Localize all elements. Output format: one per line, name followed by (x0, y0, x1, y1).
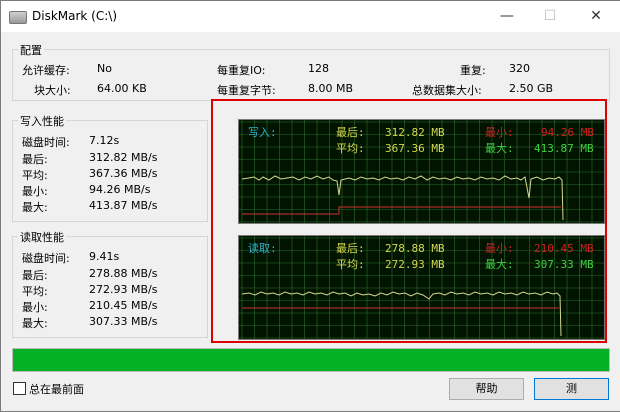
read-avg-label: 平均: (22, 285, 48, 298)
test-button[interactable]: 测 (534, 378, 609, 400)
highlight-box (211, 99, 607, 343)
progress-bar (12, 348, 610, 372)
write-title: 写入性能 (18, 113, 66, 129)
read-disk-time-label: 磁盘时间: (22, 252, 70, 265)
read-title: 读取性能 (18, 229, 66, 245)
write-last-value: 312.82 MB/s (89, 151, 158, 164)
write-avg-label: 平均: (22, 169, 48, 182)
repeat-label: 重复: (460, 64, 486, 77)
read-avg-value: 272.93 MB/s (89, 283, 158, 296)
maximize-button[interactable]: ☐ (532, 5, 568, 27)
write-max-label: 最大: (22, 201, 48, 214)
bytes-per-repeat-value: 8.00 MB (308, 82, 354, 95)
config-title: 配置 (18, 42, 44, 58)
bytes-per-repeat-label: 每重复字节: (217, 84, 276, 97)
write-disk-time-label: 磁盘时间: (22, 136, 70, 149)
help-button[interactable]: 帮助 (449, 378, 524, 400)
read-max-value: 307.33 MB/s (89, 315, 158, 328)
close-button[interactable]: ✕ (578, 5, 614, 27)
read-disk-time-value: 9.41s (89, 250, 120, 263)
read-last-value: 278.88 MB/s (89, 267, 158, 280)
minimize-button[interactable]: — (489, 5, 525, 27)
window-title: DiskMark (C:\) (32, 9, 118, 23)
progress-fill (13, 349, 609, 371)
io-per-repeat-label: 每重复IO: (217, 64, 266, 77)
write-last-label: 最后: (22, 153, 48, 166)
write-max-value: 413.87 MB/s (89, 199, 158, 212)
allow-cache-label: 允许缓存: (22, 64, 70, 77)
write-min-value: 94.26 MB/s (89, 183, 151, 196)
diskmark-window: DiskMark (C:\) — ☐ ✕ 配置 允许缓存: No 每重复IO: … (0, 0, 620, 412)
always-on-top-label[interactable]: 总在最前面 (29, 381, 84, 397)
read-min-label: 最小: (22, 301, 48, 314)
title-bar: DiskMark (C:\) — ☐ ✕ (1, 1, 620, 32)
allow-cache-value: No (97, 62, 112, 75)
write-disk-time-value: 7.12s (89, 134, 120, 147)
block-size-label: 块大小: (34, 84, 71, 97)
read-min-value: 210.45 MB/s (89, 299, 158, 312)
total-data-value: 2.50 GB (509, 82, 554, 95)
io-per-repeat-value: 128 (308, 62, 329, 75)
write-avg-value: 367.36 MB/s (89, 167, 158, 180)
drive-icon (9, 11, 27, 24)
always-on-top-checkbox[interactable] (13, 382, 26, 395)
write-min-label: 最小: (22, 185, 48, 198)
total-data-label: 总数据集大小: (412, 84, 482, 97)
read-last-label: 最后: (22, 269, 48, 282)
read-max-label: 最大: (22, 317, 48, 330)
block-size-value: 64.00 KB (97, 82, 147, 95)
repeat-value: 320 (509, 62, 530, 75)
